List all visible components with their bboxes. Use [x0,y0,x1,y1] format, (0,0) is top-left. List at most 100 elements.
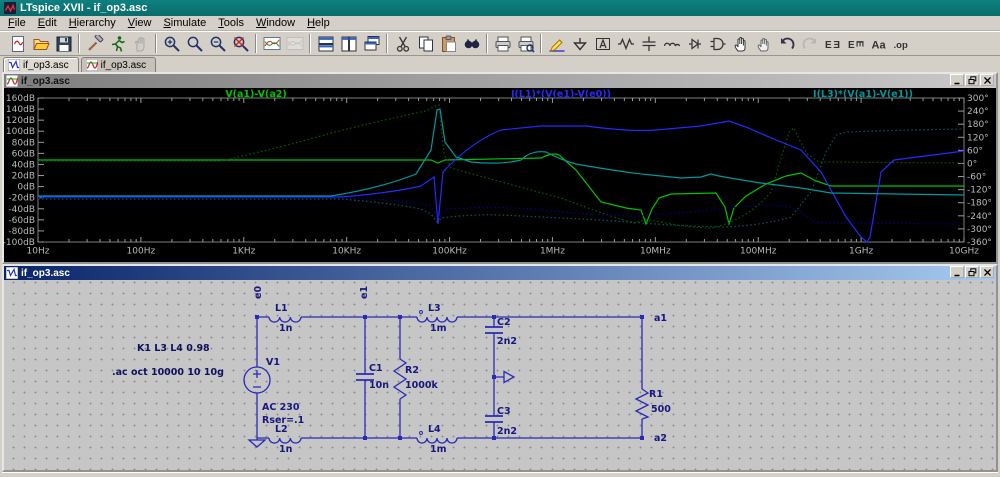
zoom-out-button[interactable] [206,32,229,55]
component-L3-inductor[interactable] [416,316,458,323]
draw-wire-button[interactable] [545,32,568,55]
close-button[interactable] [980,266,994,279]
tile-vertical-button[interactable] [337,32,360,55]
label-1n[interactable]: 1n [279,323,293,334]
y-right-tick-label: -300° [967,225,992,235]
label-a2[interactable]: a2 [654,433,667,444]
label-1000k[interactable]: 1000k [405,380,438,391]
save-button[interactable] [52,32,75,55]
undo-button[interactable] [775,32,798,55]
menu-tools[interactable]: Tools [212,17,250,29]
move-button[interactable] [729,32,752,55]
menu-file[interactable]: File [2,17,32,29]
restore-button[interactable] [965,74,979,87]
menu-view[interactable]: View [122,17,158,29]
close-button[interactable] [980,74,994,87]
control-panel-button[interactable] [83,32,106,55]
plot-window-titlebar[interactable]: if_op3.asc [4,74,996,88]
label-1m[interactable]: 1m [430,323,447,334]
label-AC 230[interactable]: AC 230 [262,402,300,413]
label-Rser=.1[interactable]: Rser=.1 [262,415,304,426]
component-L1-inductor[interactable] [268,316,302,323]
y-left-tick-label: -80dB [8,227,35,237]
label-2n2[interactable]: 2n2 [497,336,517,347]
label-L4[interactable]: L4 [428,424,441,435]
node-label-e0[interactable]: e0 [253,286,264,299]
label-10n[interactable]: 10n [369,380,389,391]
node-label-e1[interactable]: e1 [359,286,370,299]
tab-if_op3.asc-1[interactable]: if_op3.asc [80,57,157,72]
new-schematic-button[interactable] [6,32,29,55]
tile-horizontal-button[interactable] [314,32,337,55]
schematic-window-titlebar[interactable]: if_op3.asc [4,266,996,280]
rotate-button[interactable]: EE [844,32,867,55]
place-resistor-button[interactable] [614,32,637,55]
label-C3[interactable]: C3 [497,406,511,417]
minimize-button[interactable] [950,266,964,279]
label-C2[interactable]: C2 [497,317,511,328]
label-C1[interactable]: C1 [369,363,383,374]
restore-button[interactable] [965,266,979,279]
label-L1[interactable]: L1 [275,303,288,314]
ground-symbol[interactable] [247,439,267,448]
label-1n[interactable]: 1n [279,444,293,455]
print-button[interactable] [491,32,514,55]
label-R2[interactable]: R2 [405,365,419,376]
trace-label[interactable]: I(L3)*(V(a1)-V(e1)) [813,89,913,100]
y-left-tick-label: 20dB [12,172,35,182]
place-diode-button[interactable] [683,32,706,55]
run-button[interactable] [106,32,129,55]
zoom-area-button[interactable] [183,32,206,55]
find-button[interactable] [460,32,483,55]
component-V1-voltage-source[interactable] [243,366,271,394]
autorange-y-button[interactable] [260,32,283,55]
paste-button[interactable] [437,32,460,55]
component-L2-inductor[interactable] [268,437,302,444]
mirror-button[interactable]: EE [821,32,844,55]
schematic-wiring[interactable] [256,316,643,440]
spice-directive-text[interactable]: .ac oct 10000 10 10g [112,367,224,378]
trace-magnitude-I(L3)*(V(a1)-V(e1)) [38,108,965,197]
label-2n2[interactable]: 2n2 [497,426,517,437]
place-component-button[interactable] [706,32,729,55]
zoom-full-button[interactable] [229,32,252,55]
label-a1[interactable]: a1 [654,313,667,324]
waveform-plot[interactable]: 160dB140dB120dB100dB80dB60dB40dB20dB0dB-… [4,88,996,262]
component-R1-resistor[interactable] [634,388,650,420]
drag-button[interactable] [752,32,775,55]
place-text-button[interactable]: Aa [867,32,890,55]
label-R1[interactable]: R1 [649,389,663,400]
cascade-button[interactable] [360,32,383,55]
minimize-button[interactable] [950,74,964,87]
copy-button[interactable] [414,32,437,55]
menu-window[interactable]: Window [250,17,301,29]
x-tick-label: 1KHz [232,247,255,257]
port-arrow-icon[interactable] [503,370,516,384]
trace-label[interactable]: I(L1)*(V(e1)-V(e0)) [511,89,611,100]
label-L3[interactable]: L3 [428,303,441,314]
spice-directive-button[interactable]: .op [890,32,913,55]
place-capacitor-button[interactable] [637,32,660,55]
trace-label[interactable]: V(a1)-V(a2) [225,89,286,100]
open-button[interactable] [29,32,52,55]
label-V1[interactable]: V1 [266,357,280,368]
place-ground-button[interactable] [568,32,591,55]
menu-help[interactable]: Help [301,17,336,29]
toolbar-separator [540,34,542,53]
tab-if_op3.asc-0[interactable]: if_op3.asc [3,57,79,72]
print-preview-button[interactable] [514,32,537,55]
menu-edit[interactable]: Edit [32,17,63,29]
menu-simulate[interactable]: Simulate [157,17,212,29]
component-L4-inductor[interactable] [416,437,458,444]
spice-directive-text[interactable]: K1 L3 L4 0.98 [137,343,210,354]
cut-button[interactable] [391,32,414,55]
place-net-label-button[interactable] [591,32,614,55]
schematic-canvas[interactable]: L1 1n L2 1n L3 1m L4 1m C1 10n R2 1000k C2 2n2 C3 2n2 V1… [4,280,996,470]
zoom-in-button[interactable] [160,32,183,55]
plot-client-area[interactable]: 160dB 140dB 120dB 100dB 80dB 60dB 40dB 20dB 0dB -… [4,88,996,262]
place-inductor-button[interactable] [660,32,683,55]
x-tick-label: 100KHz [432,247,467,257]
label-500[interactable]: 500 [651,404,671,415]
menu-hierarchy[interactable]: Hierarchy [63,17,122,29]
label-1m[interactable]: 1m [430,444,447,455]
